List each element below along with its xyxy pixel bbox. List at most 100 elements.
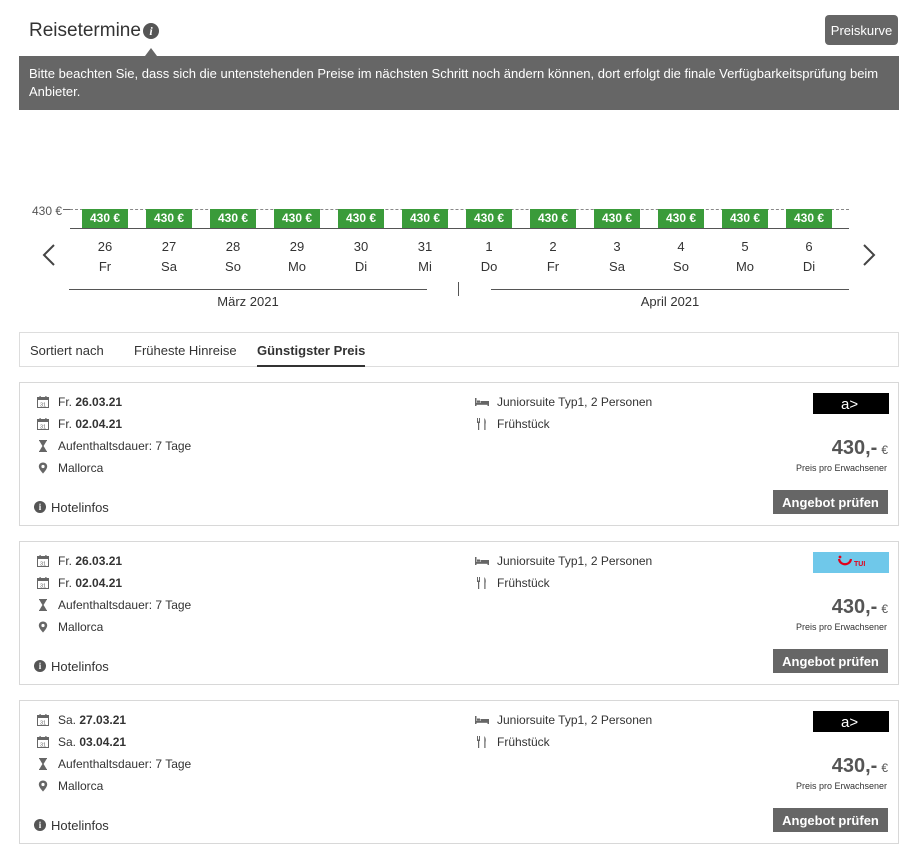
calendar-day[interactable]: 430 € 28 So [210, 209, 256, 275]
calendar-day-price[interactable]: 430 € [210, 209, 256, 228]
calendar-day[interactable]: 430 € 31 Mi [402, 209, 448, 275]
return-date: Fr. 02.04.21 [58, 417, 123, 431]
calendar-day-weekday: So [225, 259, 241, 274]
calendar-day-price[interactable]: 430 € [466, 209, 512, 228]
month-label-april: April 2021 [640, 294, 700, 309]
price-note: Preis pro Erwachsener [795, 781, 887, 791]
info-icon[interactable]: i [143, 23, 159, 39]
calendar-day[interactable]: 430 € 2 Fr [530, 209, 576, 275]
outbound-date: Fr. 26.03.21 [58, 395, 123, 409]
calendar-day-number: 28 [225, 239, 241, 254]
calendar-day-number: 2 [549, 239, 557, 254]
board-type: Frühstück [497, 735, 550, 749]
hotelinfo-link[interactable]: Hotelinfos [51, 818, 109, 833]
sort-label: Sortiert nach [30, 343, 104, 358]
hourglass-icon [37, 758, 49, 770]
offer-price: 430,- € [831, 596, 888, 618]
hotelinfo-link[interactable]: Hotelinfos [51, 500, 109, 515]
location-pin-icon [37, 621, 49, 633]
calendar-icon: 31 [37, 736, 49, 748]
check-offer-button[interactable]: Angebot prüfen [773, 490, 888, 514]
calendar-day-price[interactable]: 430 € [786, 209, 832, 228]
calendar-day[interactable]: 430 € 4 So [658, 209, 704, 275]
offer-card: 31 Fr. 26.03.21 31 Fr. 02.04.21 Aufenthaltsd… [19, 541, 899, 685]
stay-duration: Aufenthaltsdauer: 7 Tage [58, 757, 192, 771]
offer-price: 430,- € [831, 755, 888, 777]
calendar-day[interactable]: 430 € 6 Di [786, 209, 832, 275]
calendar-day-price[interactable]: 430 € [722, 209, 768, 228]
location-pin-icon [37, 780, 49, 792]
bed-icon [475, 714, 489, 726]
calendar-day[interactable]: 430 € 29 Mo [274, 209, 320, 275]
price-note: Preis pro Erwachsener [795, 622, 887, 632]
calendar-day-price[interactable]: 430 € [402, 209, 448, 228]
calendar-icon: 31 [37, 577, 49, 589]
calendar-day-price[interactable]: 430 € [338, 209, 384, 228]
check-offer-button[interactable]: Angebot prüfen [773, 649, 888, 673]
calendar-icon: 31 [37, 714, 49, 726]
calendar-day-weekday: Sa [161, 259, 177, 274]
info-icon[interactable]: i [34, 660, 46, 672]
calendar-day[interactable]: 430 € 5 Mo [722, 209, 768, 275]
sort-option-earliest[interactable]: Früheste Hinreise [134, 343, 237, 358]
board-type: Frühstück [497, 417, 550, 431]
calendar-day-price[interactable]: 430 € [530, 209, 576, 228]
calendar-day[interactable]: 430 € 1 Do [466, 209, 512, 275]
calendar-next-arrow-icon[interactable] [862, 243, 876, 267]
calendar-day-number: 3 [613, 239, 621, 254]
calendar-day[interactable]: 430 € 30 Di [338, 209, 384, 275]
calendar-day-number: 26 [97, 239, 113, 254]
sort-bar: Sortiert nach Früheste Hinreise Günstigs… [19, 332, 899, 367]
calendar-day-weekday: Fr [546, 259, 560, 274]
calendar-day[interactable]: 430 € 26 Fr [82, 209, 128, 275]
info-icon[interactable]: i [34, 501, 46, 513]
location-pin-icon [37, 462, 49, 474]
svg-text:31: 31 [40, 424, 46, 430]
offer-card: 31 Fr. 26.03.21 31 Fr. 02.04.21 Aufenthaltsd… [19, 382, 899, 526]
operator-logo: TUI [813, 552, 889, 573]
calendar-icon: 31 [37, 418, 49, 430]
calendar-day-price[interactable]: 430 € [274, 209, 320, 228]
calendar-day-price[interactable]: 430 € [658, 209, 704, 228]
cutlery-icon [475, 418, 489, 430]
svg-text:31: 31 [40, 402, 46, 408]
calendar-day[interactable]: 430 € 3 Sa [594, 209, 640, 275]
preiskurve-button[interactable]: Preiskurve [825, 15, 898, 45]
calendar-day-price[interactable]: 430 € [146, 209, 192, 228]
room-type: Juniorsuite Typ1, 2 Personen [497, 395, 653, 409]
destination: Mallorca [58, 620, 104, 634]
sort-active-underline [257, 365, 365, 367]
calendar-day-weekday: Mo [735, 259, 755, 274]
calendar-prev-arrow-icon[interactable] [42, 243, 56, 267]
return-date: Fr. 02.04.21 [58, 576, 123, 590]
offer-price: 430,- € [831, 437, 888, 459]
calendar-icon: 31 [37, 555, 49, 567]
calendar-day-price[interactable]: 430 € [594, 209, 640, 228]
info-icon[interactable]: i [34, 819, 46, 831]
page-title: Reisetermine [29, 20, 141, 41]
calendar-day-weekday: Di [802, 259, 816, 274]
calendar-day-weekday: So [673, 259, 689, 274]
calendar-day-number: 30 [353, 239, 369, 254]
calendar-day-number: 4 [677, 239, 685, 254]
calendar-day-number: 6 [805, 239, 813, 254]
destination: Mallorca [58, 779, 104, 793]
hotelinfo-link[interactable]: Hotelinfos [51, 659, 109, 674]
hourglass-icon [37, 599, 49, 611]
svg-text:31: 31 [40, 583, 46, 589]
return-date: Sa. 03.04.21 [58, 735, 127, 749]
sort-option-cheapest[interactable]: Günstigster Preis [257, 343, 365, 358]
calendar-day-weekday: Sa [609, 259, 625, 274]
calendar-axis-tick [63, 209, 70, 210]
operator-logo: a> [813, 711, 889, 732]
check-offer-button[interactable]: Angebot prüfen [773, 808, 888, 832]
calendar-icon: 31 [37, 396, 49, 408]
calendar-day-price[interactable]: 430 € [82, 209, 128, 228]
calendar-day[interactable]: 430 € 27 Sa [146, 209, 192, 275]
calendar-day-weekday: Mi [418, 259, 432, 274]
svg-text:31: 31 [40, 720, 46, 726]
svg-text:31: 31 [40, 561, 46, 567]
calendar-day-number: 29 [289, 239, 305, 254]
operator-logo-text: TUI [854, 561, 865, 568]
stay-duration: Aufenthaltsdauer: 7 Tage [58, 439, 192, 453]
